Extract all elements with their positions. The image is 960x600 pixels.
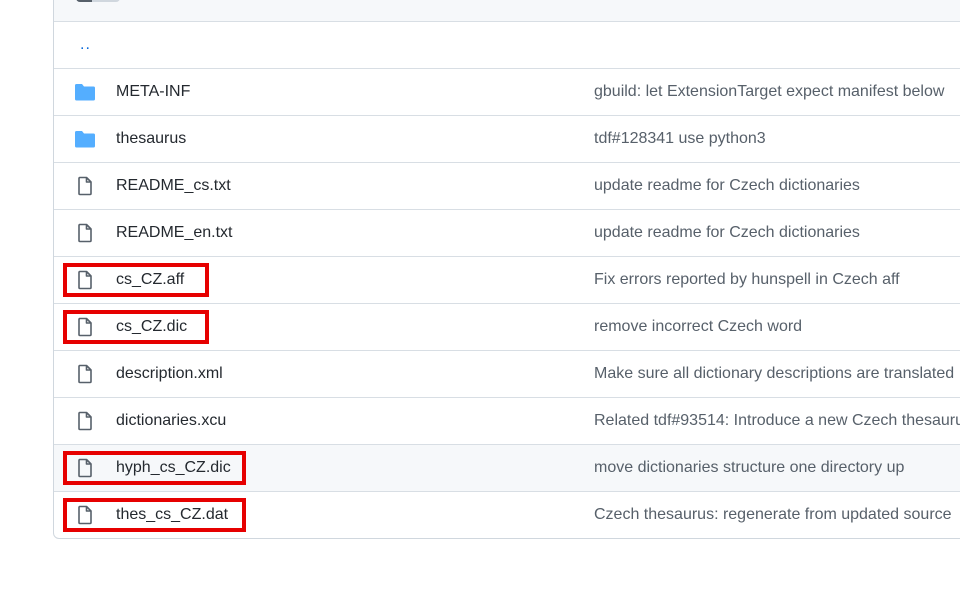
file-name-link[interactable]: cs_CZ.dic [116, 304, 187, 350]
table-row[interactable]: README_en.txt update readme for Czech dic… [54, 209, 960, 256]
commit-message-link[interactable]: Make sure all dictionary descriptions ar… [594, 351, 954, 397]
commit-message-link[interactable]: update readme for Czech dictionaries [594, 210, 860, 256]
folder-name-link[interactable]: META-INF [116, 69, 190, 115]
file-icon [74, 270, 96, 290]
table-row[interactable]: dictionaries.xcu Related tdf#93514: Intro… [54, 397, 960, 444]
file-icon [74, 176, 96, 196]
avatar[interactable] [76, 0, 120, 2]
commit-message-link[interactable]: tdf#128341 use python3 [594, 116, 766, 162]
file-name-link[interactable]: README_en.txt [116, 210, 232, 256]
commit-message-link[interactable]: gbuild: let ExtensionTarget expect manif… [594, 69, 944, 115]
file-name-link[interactable]: cs_CZ.aff [116, 257, 184, 303]
table-row[interactable]: description.xml Make sure all dictionary … [54, 350, 960, 397]
table-row[interactable]: cs_CZ.aff Fix errors reported by hunspell… [54, 256, 960, 303]
table-row[interactable]: cs_CZ.dic remove incorrect Czech word [54, 303, 960, 350]
file-icon [74, 505, 96, 525]
parent-directory-link[interactable]: .. [80, 22, 91, 68]
file-icon [74, 411, 96, 431]
commit-message-link[interactable]: move dictionaries structure one director… [594, 445, 904, 491]
commit-message-link[interactable]: update readme for Czech dictionaries [594, 163, 860, 209]
file-icon [74, 458, 96, 478]
table-row[interactable]: thes_cs_CZ.dat Czech thesaurus: regenerat… [54, 491, 960, 538]
commit-message-link[interactable]: Czech thesaurus: regenerate from updated… [594, 492, 952, 538]
folder-name-link[interactable]: thesaurus [116, 116, 186, 162]
table-row[interactable]: README_cs.txt update readme for Czech dic… [54, 162, 960, 209]
folder-icon [74, 82, 96, 102]
file-icon [74, 364, 96, 384]
file-name-link[interactable]: thes_cs_CZ.dat [116, 492, 228, 538]
commit-message-link[interactable]: Related tdf#93514: Introduce a new Czech… [594, 398, 960, 444]
commit-message-link[interactable]: remove incorrect Czech word [594, 304, 802, 350]
table-row[interactable]: META-INF gbuild: let ExtensionTarget expe… [54, 68, 960, 115]
file-name-link[interactable]: hyph_cs_CZ.dic [116, 445, 231, 491]
file-name-link[interactable]: README_cs.txt [116, 163, 231, 209]
file-list: .. META-INF gbuild: let ExtensionTarget e… [53, 0, 960, 539]
latest-commit-bar [54, 0, 960, 22]
file-icon [74, 317, 96, 337]
table-row[interactable]: thesaurus tdf#128341 use python3 [54, 115, 960, 162]
file-icon [74, 223, 96, 243]
folder-icon [74, 129, 96, 149]
parent-directory-row[interactable]: .. [54, 22, 960, 68]
commit-message-link[interactable]: Fix errors reported by hunspell in Czech… [594, 257, 900, 303]
table-row[interactable]: hyph_cs_CZ.dic move dictionaries structur… [54, 444, 960, 491]
file-name-link[interactable]: description.xml [116, 351, 223, 397]
file-name-link[interactable]: dictionaries.xcu [116, 398, 226, 444]
